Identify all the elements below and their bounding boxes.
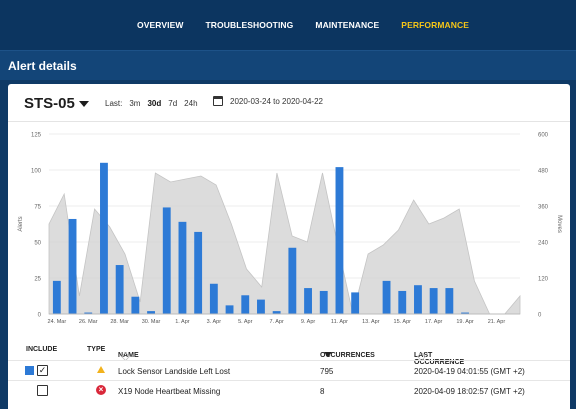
- alert-bar: [445, 288, 454, 314]
- nav-performance[interactable]: PERFORMANCE: [401, 20, 469, 30]
- x-tick-label: 24. Mar: [48, 319, 67, 325]
- alert-bar: [209, 283, 218, 314]
- alerts-chart: 0 25 50 75 100 125 0 120 240 360 480 600 Alerts Moves…: [8, 122, 570, 330]
- alert-bar: [382, 280, 391, 314]
- range-7d[interactable]: 7d: [168, 99, 177, 108]
- x-tick-label: 26. Mar: [79, 319, 98, 325]
- nav-troubleshooting[interactable]: TROUBLESHOOTING: [205, 20, 293, 30]
- x-tick-label: 13. Apr: [362, 319, 380, 325]
- sort-down-icon: [324, 352, 332, 357]
- alert-bar: [68, 218, 77, 314]
- include-checkbox[interactable]: ✓: [37, 365, 48, 376]
- y-axis-label: Alerts: [18, 216, 24, 231]
- alert-bar: [100, 162, 108, 314]
- alert-name: Lock Sensor Landside Left Lost: [118, 367, 231, 376]
- x-tick-label: 30. Mar: [142, 319, 161, 325]
- range-3m[interactable]: 3m: [129, 99, 140, 108]
- card-header: STS-05 Last: 3m 30d 7d 24h 2020-03-24 to…: [8, 84, 570, 122]
- x-tick-label: 3. Apr: [207, 319, 222, 325]
- y-tick-label: 50: [34, 241, 41, 247]
- alert-bar: [319, 290, 328, 314]
- chart-svg: 0 25 50 75 100 125 0 120 240 360 480 600 Alerts Moves…: [18, 133, 562, 326]
- warning-icon: [97, 366, 105, 373]
- y-tick-label: 125: [31, 133, 42, 139]
- last-label: Last:: [105, 99, 123, 108]
- alert-bar: [115, 265, 124, 314]
- top-navigation: OVERVIEW TROUBLESHOOTING MAINTENANCE PER…: [0, 0, 576, 50]
- x-tick-label: 15. Apr: [394, 319, 412, 325]
- table-row[interactable]: × X19 Node Heartbeat Missing 8 2020-04-0…: [8, 380, 570, 400]
- alert-bar: [288, 247, 297, 314]
- alert-bar: [241, 295, 250, 314]
- alert-name: X19 Node Heartbeat Missing: [118, 387, 221, 396]
- nav-overview[interactable]: OVERVIEW: [137, 20, 183, 30]
- x-tick-label: 19. Apr: [456, 319, 474, 325]
- date-range-text: 2020-03-24 to 2020-04-22: [230, 96, 323, 106]
- y2-tick-label: 600: [538, 133, 549, 139]
- device-selector[interactable]: STS-05: [24, 95, 89, 112]
- y-tick-label: 25: [34, 277, 41, 283]
- device-name: STS-05: [24, 95, 75, 112]
- y2-tick-label: 120: [538, 277, 549, 283]
- alert-bar: [335, 167, 344, 314]
- range-selector: Last: 3m 30d 7d 24h: [105, 99, 198, 108]
- calendar-icon: [213, 96, 223, 106]
- page-title: Alert details: [8, 59, 77, 73]
- y2-tick-label: 360: [538, 205, 549, 211]
- x-tick-label: 11. Apr: [331, 319, 348, 325]
- alert-bar: [178, 221, 187, 314]
- alert-bar: [398, 290, 407, 314]
- page-title-bar: Alert details: [0, 50, 576, 80]
- alerts-table: INCLUDE TYPE NAME OCCURRENCES LAST OCCUR…: [8, 340, 570, 400]
- x-tick-label: 1. Apr: [175, 319, 190, 325]
- x-tick-label: 17. Apr: [425, 319, 443, 325]
- error-icon: ×: [96, 385, 106, 395]
- alert-card: STS-05 Last: 3m 30d 7d 24h 2020-03-24 to…: [8, 84, 570, 409]
- x-tick-label: 7. Apr: [269, 319, 284, 325]
- last-occurrence-value: 2020-04-09 18:02:57 (GMT +2): [414, 387, 525, 396]
- y2-tick-label: 0: [538, 313, 542, 319]
- alert-bar: [429, 288, 438, 314]
- col-type: TYPE: [87, 346, 106, 353]
- alert-bar: [52, 280, 61, 314]
- y2-tick-label: 240: [538, 241, 549, 247]
- table-header: INCLUDE TYPE NAME OCCURRENCES LAST OCCUR…: [8, 340, 570, 366]
- y2-tick-label: 480: [538, 169, 549, 175]
- x-tick-label: 21. Apr: [488, 319, 506, 325]
- nav-maintenance[interactable]: MAINTENANCE: [315, 20, 379, 30]
- alert-bar: [194, 231, 203, 314]
- x-tick-label: 9. Apr: [301, 319, 316, 325]
- y2-axis-label: Moves: [556, 215, 562, 233]
- alert-bar: [162, 207, 171, 314]
- y-tick-label: 100: [31, 169, 42, 175]
- x-tick-label: 5. Apr: [238, 319, 253, 325]
- alert-bar: [225, 305, 234, 314]
- alert-bar: [414, 285, 422, 314]
- range-30d[interactable]: 30d: [147, 99, 161, 108]
- alert-bar: [304, 288, 312, 314]
- table-row[interactable]: ✓ Lock Sensor Landside Left Lost 795 202…: [8, 360, 570, 380]
- y-tick-label: 0: [38, 313, 42, 319]
- col-include: INCLUDE: [26, 346, 58, 353]
- range-24h[interactable]: 24h: [184, 99, 197, 108]
- series-color-swatch: [25, 366, 34, 375]
- include-checkbox[interactable]: [37, 385, 48, 396]
- alert-bar: [351, 292, 360, 314]
- caret-down-icon: [78, 100, 89, 107]
- last-occurrence-value: 2020-04-19 04:01:55 (GMT +2): [414, 367, 525, 376]
- date-range-picker[interactable]: 2020-03-24 to 2020-04-22: [213, 96, 323, 106]
- occurrences-value: 8: [320, 387, 325, 396]
- y-tick-label: 75: [34, 205, 41, 211]
- x-tick-label: 28. Mar: [110, 319, 129, 325]
- alert-bar: [257, 299, 265, 314]
- alert-bar: [131, 296, 140, 314]
- occurrences-value: 795: [320, 367, 334, 376]
